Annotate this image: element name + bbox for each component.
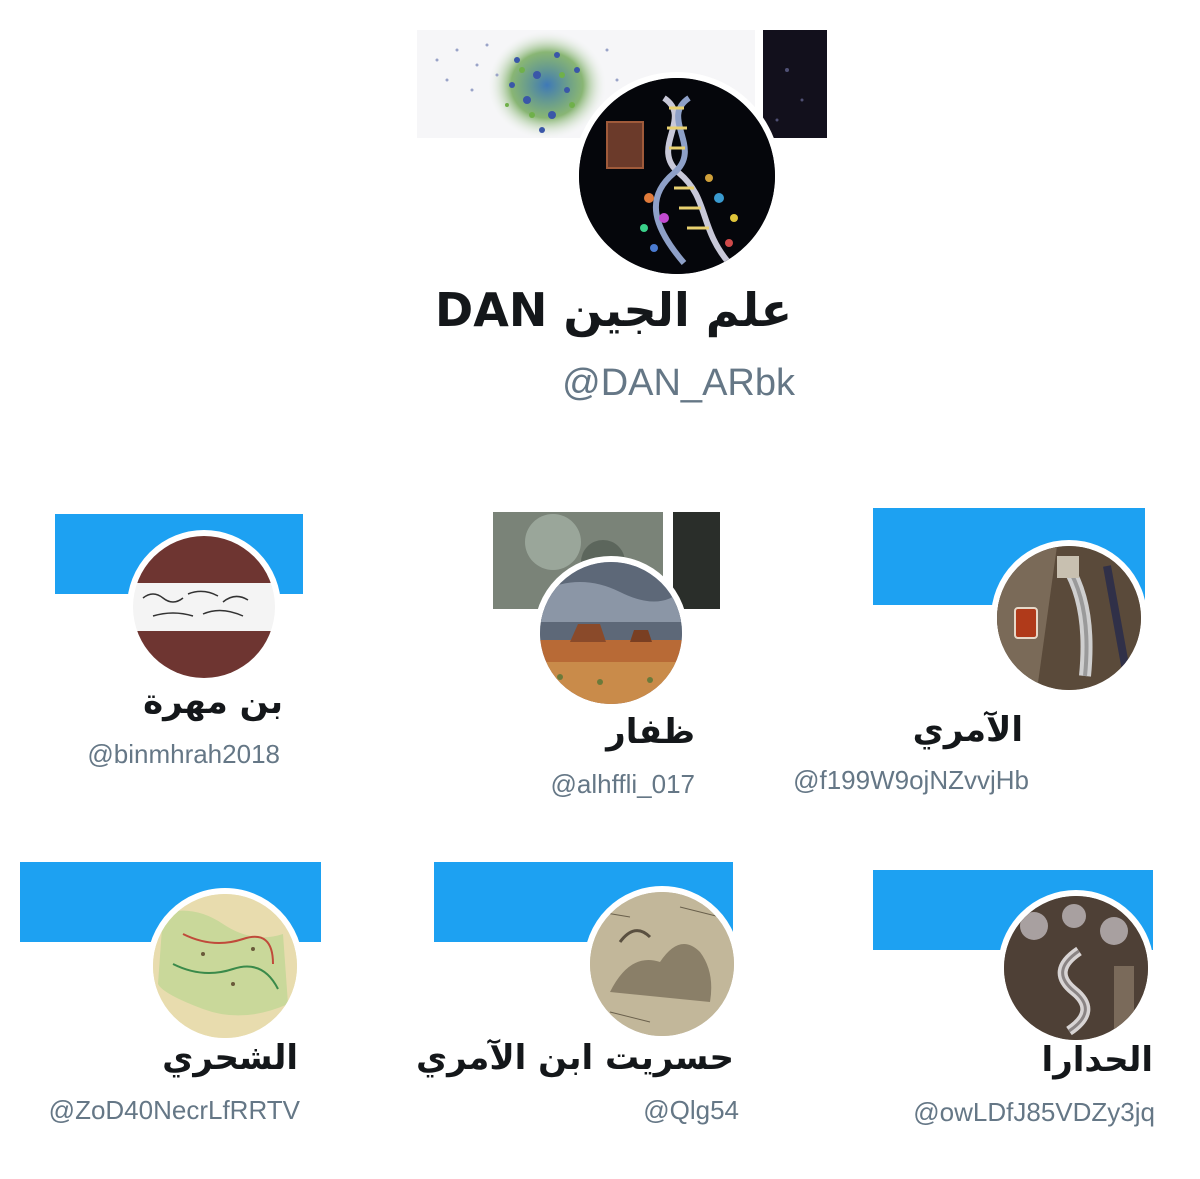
account-name[interactable]: الآمري	[913, 708, 1023, 752]
camel-sketch-avatar-icon[interactable]	[584, 886, 740, 1042]
account-name[interactable]: حسريت ابن الآمري	[416, 1036, 734, 1080]
main-profile-handle[interactable]: @DAN_ARbk	[562, 360, 795, 406]
account-card[interactable]: بن مهرة @binmhrah2018	[55, 512, 305, 772]
account-handle[interactable]: @Qlg54	[643, 1094, 739, 1126]
flag-calligraphy-avatar-icon[interactable]	[127, 530, 281, 684]
main-profile-card[interactable]: علم الجين DAN @DAN_ARbk	[0, 0, 1200, 420]
dagger-tea-avatar-icon[interactable]	[991, 540, 1147, 696]
account-name[interactable]: الشحري	[162, 1036, 298, 1080]
account-handle[interactable]: @ZoD40NecrLfRRTV	[49, 1094, 300, 1126]
account-handle[interactable]: @alhffli_017	[551, 768, 695, 800]
account-card[interactable]: الشحري @ZoD40NecrLfRRTV	[20, 862, 330, 1152]
old-map-avatar-icon[interactable]	[147, 888, 303, 1044]
account-card[interactable]: ظفار @alhffli_017	[493, 512, 723, 802]
account-handle[interactable]: @owLDfJ85VDZy3jq	[913, 1096, 1155, 1128]
main-profile-name[interactable]: علم الجين DAN	[435, 282, 792, 338]
account-card[interactable]: الآمري @f199W9ojNZvvjHb	[793, 508, 1153, 808]
account-name[interactable]: بن مهرة	[143, 680, 283, 724]
account-card[interactable]: الحدارا @owLDfJ85VDZy3jq	[873, 870, 1163, 1160]
silver-jambiya-avatar-icon[interactable]	[998, 890, 1154, 1046]
desert-landscape-avatar-icon[interactable]	[534, 556, 688, 710]
account-handle[interactable]: @f199W9ojNZvvjHb	[793, 764, 1029, 796]
account-handle[interactable]: @binmhrah2018	[87, 738, 280, 770]
account-card[interactable]: حسريت ابن الآمري @Qlg54	[416, 862, 774, 1152]
account-name[interactable]: الحدارا	[1042, 1038, 1153, 1082]
dna-avatar-icon[interactable]	[573, 72, 781, 280]
account-name[interactable]: ظفار	[606, 710, 695, 754]
